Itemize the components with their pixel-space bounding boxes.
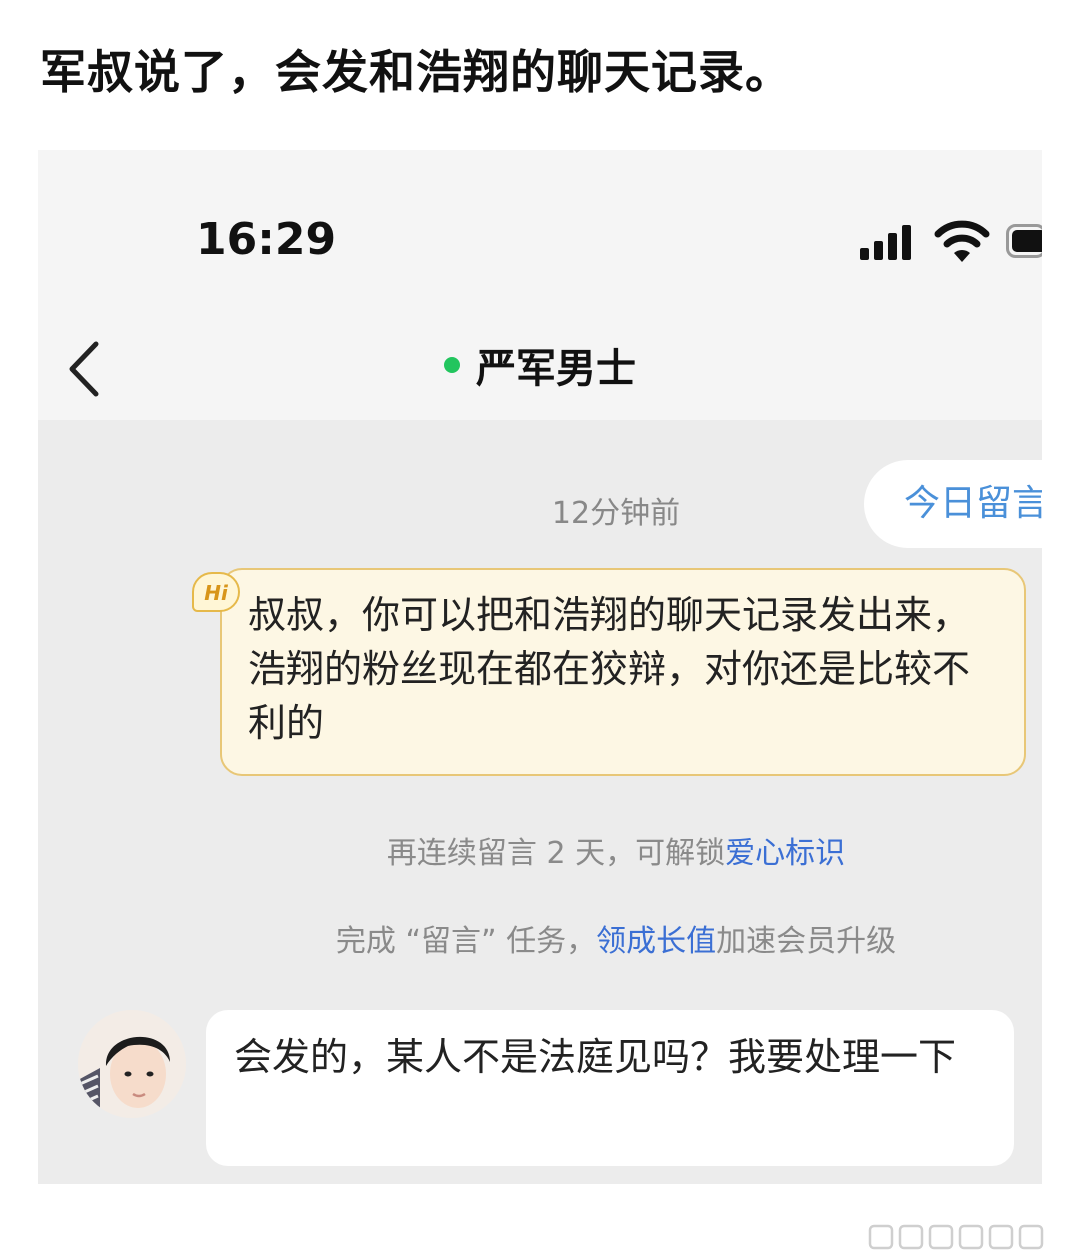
chat-header: 严军男士	[38, 320, 1042, 420]
wifi-icon	[934, 220, 990, 262]
post-text: 军叔说了，会发和浩翔的聊天记录。	[40, 45, 792, 99]
message-timestamp: 12分钟前	[551, 496, 681, 531]
signal-icon	[860, 225, 911, 260]
outgoing-message-bubble: 叔叔，你可以把和浩翔的聊天记录发出来，浩翔的粉丝现在都在狡辩，对你还是比较不利的	[220, 568, 1026, 776]
chat-screenshot: 16:29 严军男士 今日留言 12分钟前 叔叔，你可以把和浩翔的聊天记录发出来…	[38, 150, 1042, 1184]
watermark-icon	[868, 1224, 1044, 1250]
avatar-image	[78, 1010, 186, 1118]
online-status-dot	[444, 357, 460, 373]
battery-icon	[1006, 224, 1042, 258]
growth-value-link[interactable]: 领成长值	[596, 924, 716, 959]
chat-title: 严军男士	[38, 336, 1042, 394]
hi-badge-icon: Hi	[192, 572, 240, 612]
streak-notice-text: 再连续留言 2 天，可解锁	[386, 836, 726, 871]
love-badge-link[interactable]: 爱心标识	[725, 836, 845, 871]
chat-title-text: 严军男士	[476, 346, 636, 392]
task-notice-text: 完成 “留言” 任务，	[335, 924, 597, 959]
task-notice: 完成 “留言” 任务，领成长值加速会员升级	[38, 916, 1042, 960]
streak-notice: 再连续留言 2 天，可解锁爱心标识	[38, 828, 1042, 872]
chat-area: 今日留言 12分钟前 叔叔，你可以把和浩翔的聊天记录发出来，浩翔的粉丝现在都在狡…	[38, 420, 1042, 1184]
incoming-message-bubble: 会发的，某人不是法庭见吗？我要处理一下	[206, 1010, 1014, 1166]
avatar[interactable]	[78, 1010, 186, 1118]
status-time: 16:29	[196, 214, 337, 265]
task-notice-suffix: 加速会员升级	[716, 924, 897, 959]
